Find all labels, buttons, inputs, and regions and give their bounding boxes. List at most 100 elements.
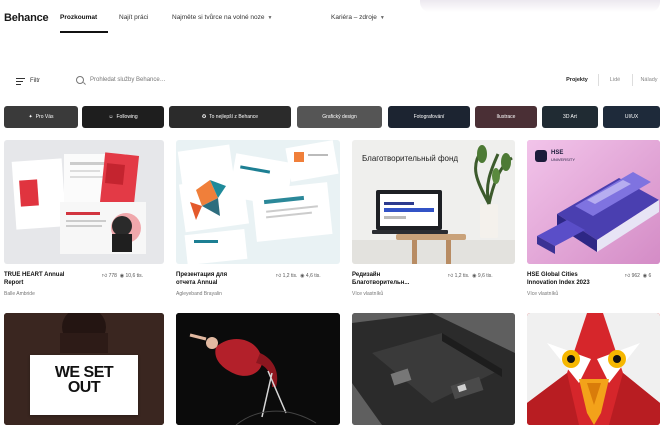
project-title[interactable]: TRUE HEART Annual Report: [4, 272, 64, 287]
appreciation-count: 962: [631, 273, 640, 279]
people-icon: ☺: [108, 114, 114, 120]
thumbs-up-icon: 👍︎: [625, 273, 631, 279]
appreciation-count: 1,2 tis.: [282, 273, 298, 279]
project-thumbnail[interactable]: [176, 313, 340, 425]
filter-button[interactable]: Filtr: [10, 72, 48, 90]
project-card[interactable]: [352, 313, 515, 425]
nav-hire-freelancers[interactable]: Najměte si tvůrce na volné noze ▼: [172, 14, 272, 21]
chip-best-of-behance[interactable]: ✪ To nejlepší z Behance: [169, 106, 291, 128]
project-thumbnail[interactable]: HSE UNIVERSITY: [527, 140, 660, 264]
laptop-mockup-image: [352, 145, 515, 264]
dancer-photo-image: [176, 313, 340, 425]
search-placeholder: Prohledat služby Behance…: [90, 77, 166, 83]
chip-label: UI/UX: [624, 114, 639, 120]
view-count: 10,6 tis.: [125, 273, 144, 279]
chevron-down-icon: ▼: [379, 15, 385, 21]
view-toggle-moods[interactable]: Nálady: [636, 74, 660, 86]
chip-ui-ux[interactable]: UI/UX: [603, 106, 660, 128]
chip-following[interactable]: ☺ Following: [82, 106, 164, 128]
eye-icon: ◉: [119, 273, 125, 279]
project-stats: 👍︎ 1,2 tis. ◉ 4,6 tis.: [276, 273, 321, 279]
view-toggle-divider: [598, 74, 599, 86]
project-title[interactable]: HSE Global Cities Innovation Index 2023: [527, 272, 590, 287]
chip-3d-art[interactable]: 3D Art: [542, 106, 598, 128]
view-toggle-people[interactable]: Lidé: [602, 74, 628, 86]
thumbs-up-icon: 👍︎: [448, 273, 454, 279]
appreciation-count: 778: [108, 273, 117, 279]
hse-logo-text: HSE: [551, 150, 564, 156]
poster-headline-line1: WE SET: [54, 364, 114, 381]
chip-label: 3D Art: [563, 114, 577, 120]
nav-explore-label: Prozkoumat: [60, 14, 98, 21]
chip-photography[interactable]: Fotografování: [388, 106, 470, 128]
project-card[interactable]: Благотворительный фонд Редизайн Благотвор…: [352, 140, 515, 300]
chip-label: Grafický design: [322, 114, 357, 120]
view-toggle-divider: [632, 74, 633, 86]
chip-label: Pro Vás: [35, 114, 54, 120]
search-input[interactable]: Prohledat služby Behance…: [66, 70, 546, 90]
project-stats: 👍︎ 962 ◉ 6: [625, 273, 651, 279]
project-owner[interactable]: Balle Ambride: [4, 291, 35, 297]
project-thumbnail[interactable]: WE SET OUT: [4, 313, 164, 425]
eagle-illustration-image: [527, 313, 660, 425]
nav-active-indicator: [60, 31, 108, 33]
project-thumbnail[interactable]: [352, 313, 515, 425]
sparkle-icon: ✦: [28, 114, 33, 120]
filter-label: Filtr: [30, 78, 40, 84]
eye-icon: ◉: [642, 273, 648, 279]
nav-explore[interactable]: Prozkoumat: [60, 14, 97, 21]
hse-logo-subtext: UNIVERSITY: [551, 157, 576, 162]
nav-find-work-label: Najít práci: [119, 14, 149, 21]
view-count: 4,6 tis.: [305, 273, 321, 279]
nav-career-resources-label: Kariéra – zdroje: [331, 14, 377, 21]
nav-career-resources[interactable]: Kariéra – zdroje ▼: [331, 14, 385, 21]
project-card[interactable]: [176, 313, 340, 425]
ribbon-icon: ✪: [201, 114, 207, 120]
chip-illustration[interactable]: Ilustrace: [475, 106, 537, 128]
project-owner[interactable]: Více vlastníků: [352, 291, 383, 297]
thumbs-up-icon: 👍︎: [276, 273, 282, 279]
chip-label: Fotografování: [413, 114, 445, 120]
project-thumbnail[interactable]: [176, 140, 340, 264]
project-card[interactable]: HSE UNIVERSITY HSE Global Cities Innovati…: [527, 140, 660, 300]
top-navigation-bar: Behance Prozkoumat Najít práci Najměte s…: [0, 0, 660, 36]
chip-label: To nejlepší z Behance: [209, 114, 259, 120]
nav-hire-freelancers-label: Najměte si tvůrce na volné noze: [172, 14, 265, 21]
thumbs-up-icon: 👍︎: [102, 273, 108, 279]
dark-book-image: [352, 313, 515, 425]
presentation-mockup-image: [177, 140, 339, 264]
poster-headline-line2: OUT: [67, 379, 101, 396]
project-stats: 👍︎ 1,2 tis. ◉ 9,6 tis.: [448, 273, 493, 279]
book-mockup-image: [527, 140, 660, 264]
project-title[interactable]: Редизайн Благотворительн...: [352, 272, 409, 287]
project-thumbnail[interactable]: [4, 140, 164, 264]
report-mockup-image: [11, 152, 146, 254]
top-decorative-fade: [420, 0, 660, 12]
chip-graphic-design[interactable]: Grafický design: [297, 106, 382, 128]
chevron-down-icon: ▼: [267, 15, 273, 21]
appreciation-count: 1,2 tis.: [454, 273, 470, 279]
project-card[interactable]: Презентация для отчета Annual Agleyeband …: [176, 140, 340, 300]
chip-label: Ilustrace: [496, 114, 516, 120]
behance-logo[interactable]: Behance: [4, 12, 49, 24]
eye-icon: ◉: [300, 273, 305, 279]
project-title[interactable]: Презентация для отчета Annual: [176, 272, 227, 287]
project-card[interactable]: [527, 313, 660, 425]
project-thumbnail[interactable]: [527, 313, 660, 425]
search-icon: [76, 76, 84, 84]
eye-icon: ◉: [472, 273, 477, 279]
project-card[interactable]: WE SET OUT: [4, 313, 164, 425]
chip-label: Following: [116, 114, 138, 120]
we-set-out-poster: WE SET OUT: [30, 355, 138, 415]
view-count: 9,6 tis.: [477, 273, 493, 279]
project-card[interactable]: TRUE HEART Annual Report Balle Ambride 👍︎…: [4, 140, 164, 300]
project-owner[interactable]: Agleyeband Brayalin: [176, 291, 222, 297]
filter-icon: [16, 77, 25, 85]
chip-for-you[interactable]: ✦ Pro Vás: [4, 106, 78, 128]
view-count: 6: [648, 273, 652, 279]
view-toggle-projects[interactable]: Projekty: [560, 74, 594, 86]
project-thumbnail[interactable]: Благотворительный фонд: [352, 140, 515, 264]
nav-find-work[interactable]: Najít práci: [119, 14, 148, 21]
project-stats: 👍︎ 778 ◉ 10,6 tis.: [102, 273, 143, 279]
project-owner[interactable]: Více vlastníků: [527, 291, 558, 297]
